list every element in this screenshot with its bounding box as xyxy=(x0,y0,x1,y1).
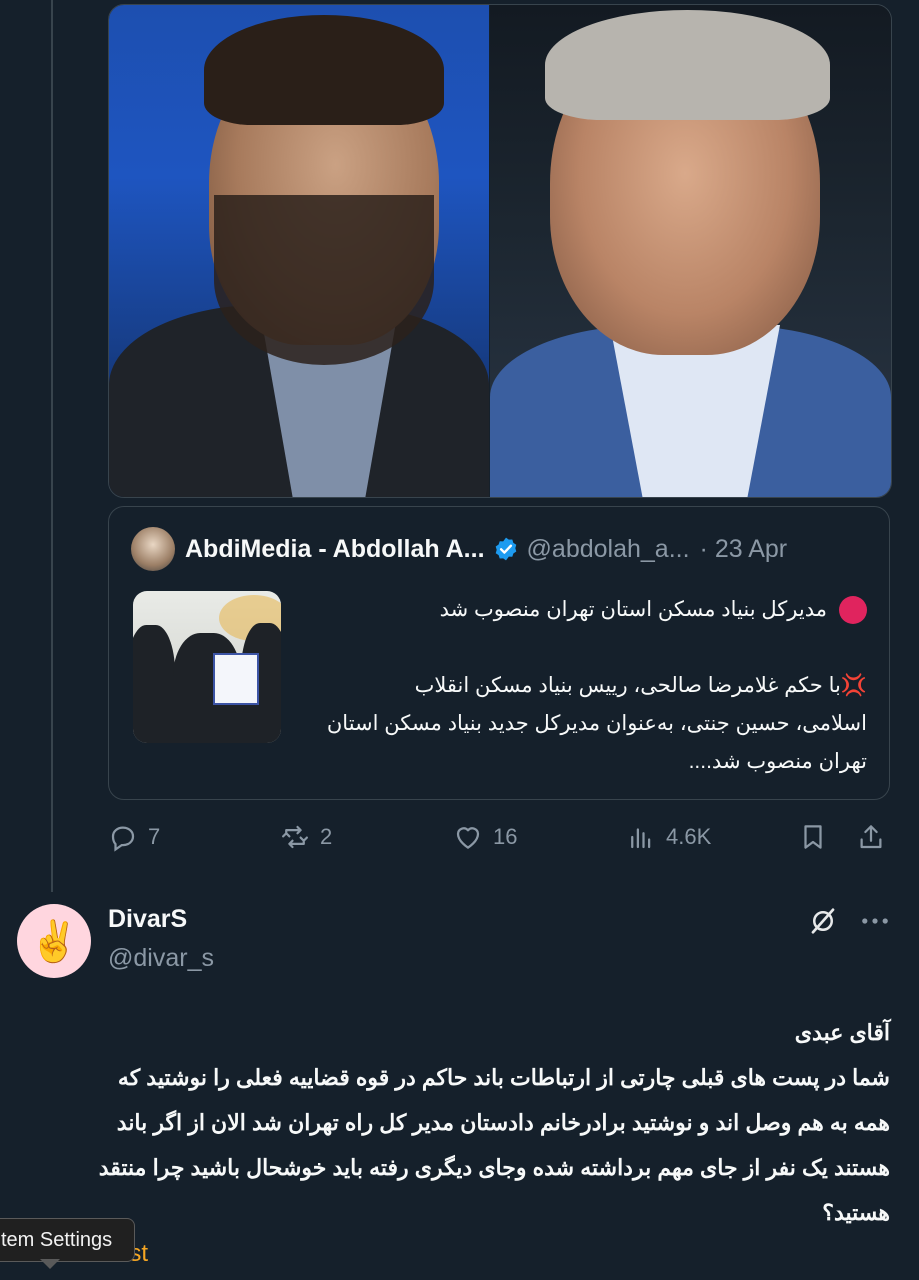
repost-icon xyxy=(282,825,308,849)
tooltip-pointer xyxy=(40,1259,60,1269)
victory-hand-icon: ✌️ xyxy=(29,919,79,964)
more-options-icon[interactable] xyxy=(858,906,892,936)
views-count: 4.6K xyxy=(666,824,712,849)
repost-count: 2 xyxy=(320,824,333,849)
like-count: 16 xyxy=(493,824,518,849)
red-circle-icon xyxy=(839,596,867,625)
quoted-author-avatar[interactable] xyxy=(131,527,175,571)
thread-line xyxy=(51,0,53,892)
like-button[interactable]: 16 xyxy=(453,822,517,852)
reply-line: هستند یک نفر از جای مهم برداشته شده وجای… xyxy=(98,1155,890,1180)
reply-line: همه به هم وصل اند و نوشتید برادرخانم داد… xyxy=(116,1110,890,1135)
heart-icon xyxy=(456,827,480,849)
views-button[interactable]: 4.6K xyxy=(626,822,711,852)
grok-icon[interactable] xyxy=(808,906,838,936)
quoted-author-name[interactable]: AbdiMedia - Abdollah A... xyxy=(185,535,485,564)
bookmark-icon xyxy=(804,825,822,849)
tweet-action-bar: 7 2 16 4.6K xyxy=(108,822,890,864)
share-button[interactable] xyxy=(856,822,896,852)
bookmark-button[interactable] xyxy=(798,822,838,852)
reply-author-handle[interactable]: @divar_s xyxy=(108,944,214,973)
quoted-tweet-text: مدیرکل بنیاد مسکن استان تهران منصوب شد 💢… xyxy=(307,591,867,781)
photo-left xyxy=(109,5,489,497)
reply-text: آقای عبدی شما در پست های قبلی چارتی از ا… xyxy=(30,1010,890,1235)
reply-line: آقای عبدی xyxy=(794,1020,890,1045)
share-upload-icon xyxy=(860,825,882,849)
quoted-tweet-header: AbdiMedia - Abdollah A... @abdolah_a... … xyxy=(131,527,787,571)
repost-button[interactable]: 2 xyxy=(280,822,332,852)
quoted-body-line: 💢با حکم غلامرضا صالحی، رییس بنیاد مسکن ا… xyxy=(414,674,867,697)
system-settings-tooltip: tem Settings xyxy=(0,1218,136,1262)
quoted-tweet-date[interactable]: · 23 Apr xyxy=(700,535,788,564)
quoted-body-line: اسلامی، حسین جنتی، به‌عنوان مدیرکل جدید … xyxy=(326,712,867,735)
quoted-headline: مدیرکل بنیاد مسکن استان تهران منصوب شد xyxy=(439,598,827,621)
reply-author-avatar[interactable]: ✌️ xyxy=(17,904,91,978)
views-chart-icon xyxy=(631,828,651,849)
quoted-body-line: تهران منصوب شد.... xyxy=(688,750,867,773)
verified-badge-icon xyxy=(495,537,516,561)
quoted-tweet-thumbnail[interactable] xyxy=(133,591,281,743)
reply-author-name[interactable]: DivarS xyxy=(108,905,187,934)
reply-count: 7 xyxy=(148,824,161,849)
tweet-media-image[interactable] xyxy=(108,4,892,498)
reply-button[interactable]: 7 xyxy=(108,822,160,852)
reply-line: شما در پست های قبلی چارتی از ارتباطات با… xyxy=(117,1065,890,1090)
photo-right xyxy=(490,5,891,497)
reply-line: هستید؟ xyxy=(822,1200,890,1225)
reply-icon xyxy=(111,826,135,852)
quoted-author-handle[interactable]: @abdolah_a... xyxy=(527,535,690,564)
quoted-tweet-card[interactable]: AbdiMedia - Abdollah A... @abdolah_a... … xyxy=(108,506,890,800)
